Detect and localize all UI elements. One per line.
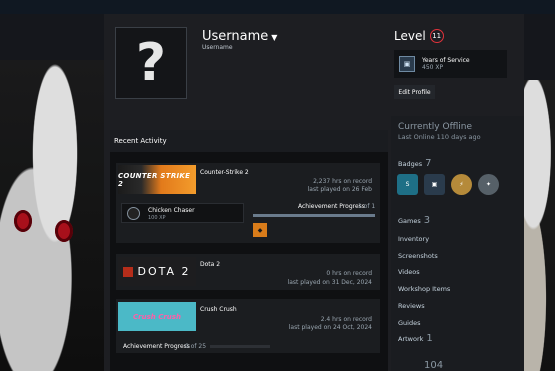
capsule-text: COUNTER STRIKE 2 [118,171,191,188]
achievement-card[interactable]: Chicken Chaser 100 XP [121,203,244,223]
achievement-progress-count: 0 of 25 [185,343,207,350]
sidebar-item-label: Badges [398,160,423,168]
game-last-played: last played on 24 Oct, 2024 [288,324,372,331]
game-name[interactable]: Crush Crush [200,306,237,313]
sidebar-item-label: Games [398,217,421,225]
achievement-progress-label: Achievement Progress [123,343,190,350]
achievement-progress-count: 1 of 1 [358,203,376,210]
game-card-dota2: DOTA 2 Dota 2 0 hrs on record last playe… [116,254,380,290]
level-badge: 11 [429,29,444,43]
sidebar-item-workshop[interactable]: Workshop Items [398,285,450,293]
capsule-text: DOTA 2 [137,265,191,278]
game-hours: 2.4 hrs on record [320,316,372,323]
last-online: Last Online 110 days ago [398,133,481,141]
game-capsule-cs2[interactable]: COUNTER STRIKE 2 [118,165,196,194]
sidebar-item-guides[interactable]: Guides [398,319,420,327]
game-last-played: last played on 31 Dec, 2024 [287,279,372,286]
sidebar-item-screenshots[interactable]: Screenshots [398,252,438,260]
level-label: Level [394,29,426,43]
badge-xp: 450 XP [422,64,444,71]
sidebar-item-label: Artwork [398,335,424,343]
achievement-icon [127,207,140,220]
game-hours: 2,237 hrs on record [313,178,372,185]
art-eye [55,220,73,242]
art-eye [14,210,32,232]
recent-activity-header: Recent Activity [110,130,388,152]
level-display: Level 11 [394,29,444,43]
sidebar-item-badges[interactable]: Badges 7 [398,158,431,169]
badge-title: Years of Service [422,57,470,64]
avatar-placeholder-glyph: ? [135,33,167,93]
sidebar-item-count: 104 [424,360,444,371]
achievement-xp: 100 XP [148,215,166,221]
sidebar-item-count: 7 [425,158,432,169]
dota-logo-icon [123,266,134,277]
achievement-name: Chicken Chaser [148,207,195,214]
avatar[interactable]: ? [115,27,187,99]
top-bar [0,0,555,14]
achievement-progress-bar [210,345,270,348]
sidebar-item-artwork[interactable]: Artwork 1 [398,333,433,344]
game-last-played: last played on 26 Feb [307,186,372,193]
featured-badge[interactable]: ▣ Years of Service 450 XP [394,50,507,78]
sidebar-item-inventory[interactable]: Inventory [398,235,429,243]
badge-icon[interactable]: S [397,174,418,195]
achievement-progress-label: Achievement Progress [298,203,365,210]
badge-icon[interactable]: ⚡ [451,174,472,195]
sidebar-item-videos[interactable]: Videos [398,268,420,276]
unlocked-achievement-icon[interactable]: ◆ [253,223,267,237]
username-label: Username [202,29,269,44]
progress-fill [253,214,375,217]
years-of-service-icon: ▣ [399,56,415,72]
badge-icons: S ▣ ⚡ ✦ [397,174,499,195]
status-title: Currently Offline [398,122,473,132]
username-dropdown[interactable]: Username ▼ [202,29,277,44]
achievement-progress-bar [253,214,375,217]
sidebar-item-count: 3 [423,215,431,226]
game-capsule-crush-crush[interactable]: Crush Crush [118,302,196,331]
username-subtitle: Username [202,44,233,51]
capsule-text: Crush Crush [133,312,181,321]
badge-icon[interactable]: ▣ [424,174,445,195]
game-hours: 0 hrs on record [326,270,372,277]
badge-icon[interactable]: ✦ [478,174,499,195]
sidebar-item-friends[interactable]: 104 [398,360,443,371]
sidebar-item-games[interactable]: Games 3 [398,215,430,226]
game-name[interactable]: Counter-Strike 2 [200,169,249,176]
sidebar-item-reviews[interactable]: Reviews [398,302,425,310]
chevron-down-icon: ▼ [271,33,278,42]
game-capsule-dota2[interactable]: DOTA 2 [118,257,196,286]
game-name[interactable]: Dota 2 [200,261,220,268]
background-art-left [0,60,110,371]
edit-profile-button[interactable]: Edit Profile [394,85,435,99]
sidebar-item-count: 1 [426,333,433,344]
